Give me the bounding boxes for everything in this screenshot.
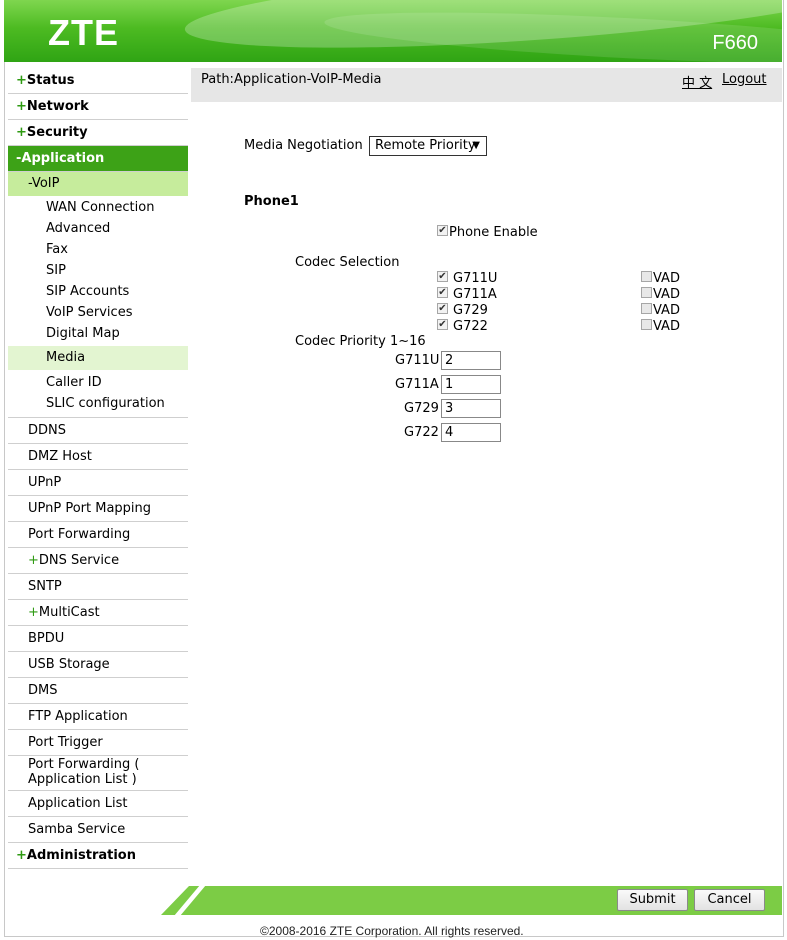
codec-g729-label: G729 — [453, 303, 488, 318]
plus-icon: + — [28, 553, 39, 568]
submit-button[interactable]: Submit — [617, 889, 688, 911]
path-bar: Path:Application-VoIP-Media 中 文 Logout — [191, 68, 782, 102]
media-negotiation-select[interactable]: Remote Priority ▼ — [369, 136, 487, 156]
phone-enable-label: Phone Enable — [449, 225, 538, 240]
zte-logo: ZTE — [48, 12, 119, 53]
menu-sip[interactable]: SIP — [8, 260, 188, 281]
menu-slic-configuration[interactable]: SLIC configuration — [8, 393, 188, 418]
priority-g729-label: G729 — [404, 401, 439, 416]
vad-label: VAD — [653, 287, 680, 302]
model-name: F660 — [712, 32, 758, 54]
copyright-text: ©2008-2016 ZTE Corporation. All rights r… — [260, 924, 524, 938]
menu-digital-map[interactable]: Digital Map — [8, 323, 188, 344]
menu-application-list[interactable]: Application List — [8, 791, 188, 817]
menu-sntp[interactable]: SNTP — [8, 574, 188, 600]
codec-g722-checkbox[interactable]: ✔ — [437, 319, 448, 330]
priority-g729-input[interactable]: 3 — [441, 399, 501, 418]
media-negotiation-label: Media Negotiation — [244, 138, 363, 153]
language-link[interactable]: 中 文 — [682, 72, 712, 91]
priority-g711u-label: G711U — [395, 353, 440, 368]
menu-upnp-port-mapping[interactable]: UPnP Port Mapping — [8, 496, 188, 522]
footer-stripe — [161, 886, 782, 915]
breadcrumb: Path:Application-VoIP-Media — [201, 72, 382, 87]
menu-port-forwarding-app-list[interactable]: Port Forwarding ( Application List ) — [8, 756, 188, 791]
plus-icon: + — [28, 605, 39, 620]
menu-status[interactable]: +Status — [8, 68, 188, 94]
vad-g711a-checkbox[interactable] — [641, 287, 652, 298]
menu-port-trigger[interactable]: Port Trigger — [8, 730, 188, 756]
menu-administration[interactable]: +Administration — [8, 843, 188, 869]
menu-port-forwarding[interactable]: Port Forwarding — [8, 522, 188, 548]
menu-advanced[interactable]: Advanced — [8, 218, 188, 239]
codec-priority-label: Codec Priority 1~16 — [295, 334, 426, 349]
priority-g711u-input[interactable]: 2 — [441, 351, 501, 370]
menu-dns-service[interactable]: +DNS Service — [8, 548, 188, 574]
cancel-button[interactable]: Cancel — [694, 889, 765, 911]
main-content: Path:Application-VoIP-Media 中 文 Logout M… — [191, 68, 782, 868]
plus-icon: + — [16, 73, 27, 88]
dropdown-arrow-icon: ▼ — [472, 140, 480, 151]
plus-icon: + — [16, 125, 27, 140]
sidebar: +Status +Network +Security -Application … — [8, 68, 188, 869]
plus-icon: + — [16, 848, 27, 863]
menu-network[interactable]: +Network — [8, 94, 188, 120]
priority-g722-input[interactable]: 4 — [441, 423, 501, 442]
priority-g711a-label: G711A — [395, 377, 439, 392]
plus-icon: + — [16, 99, 27, 114]
vad-label: VAD — [653, 271, 680, 286]
menu-ddns[interactable]: DDNS — [8, 418, 188, 444]
menu-dms[interactable]: DMS — [8, 678, 188, 704]
menu-samba-service[interactable]: Samba Service — [8, 817, 188, 843]
footer-bar: Submit Cancel — [161, 886, 782, 915]
priority-g722-label: G722 — [404, 425, 439, 440]
vad-g729-checkbox[interactable] — [641, 303, 652, 314]
vad-label: VAD — [653, 319, 680, 334]
phone-enable-checkbox[interactable]: ✔ — [437, 225, 448, 236]
menu-dmz-host[interactable]: DMZ Host — [8, 444, 188, 470]
menu-ftp-application[interactable]: FTP Application — [8, 704, 188, 730]
menu-upnp[interactable]: UPnP — [8, 470, 188, 496]
menu-wan-connection[interactable]: WAN Connection — [8, 197, 188, 218]
menu-security[interactable]: +Security — [8, 120, 188, 146]
menu-voip-services[interactable]: VoIP Services — [8, 302, 188, 323]
menu-usb-storage[interactable]: USB Storage — [8, 652, 188, 678]
menu-voip[interactable]: -VoIP — [8, 172, 188, 196]
menu-sip-accounts[interactable]: SIP Accounts — [8, 281, 188, 302]
menu-fax[interactable]: Fax — [8, 239, 188, 260]
priority-g711a-input[interactable]: 1 — [441, 375, 501, 394]
vad-g722-checkbox[interactable] — [641, 319, 652, 330]
codec-g711u-label: G711U — [453, 271, 498, 286]
phone-title: Phone1 — [244, 194, 299, 209]
codec-g729-checkbox[interactable]: ✔ — [437, 303, 448, 314]
codec-g711a-checkbox[interactable]: ✔ — [437, 287, 448, 298]
logout-link[interactable]: Logout — [722, 72, 767, 87]
header: ZTE F660 — [4, 0, 782, 62]
menu-media[interactable]: Media — [8, 346, 188, 370]
codec-g711u-checkbox[interactable]: ✔ — [437, 271, 448, 282]
codec-g711a-label: G711A — [453, 287, 497, 302]
codec-g722-label: G722 — [453, 319, 488, 334]
menu-bpdu[interactable]: BPDU — [8, 626, 188, 652]
menu-multicast[interactable]: +MultiCast — [8, 600, 188, 626]
vad-g711u-checkbox[interactable] — [641, 271, 652, 282]
menu-caller-id[interactable]: Caller ID — [8, 372, 188, 393]
vad-label: VAD — [653, 303, 680, 318]
codec-selection-label: Codec Selection — [295, 255, 400, 270]
menu-application[interactable]: -Application — [8, 146, 188, 172]
